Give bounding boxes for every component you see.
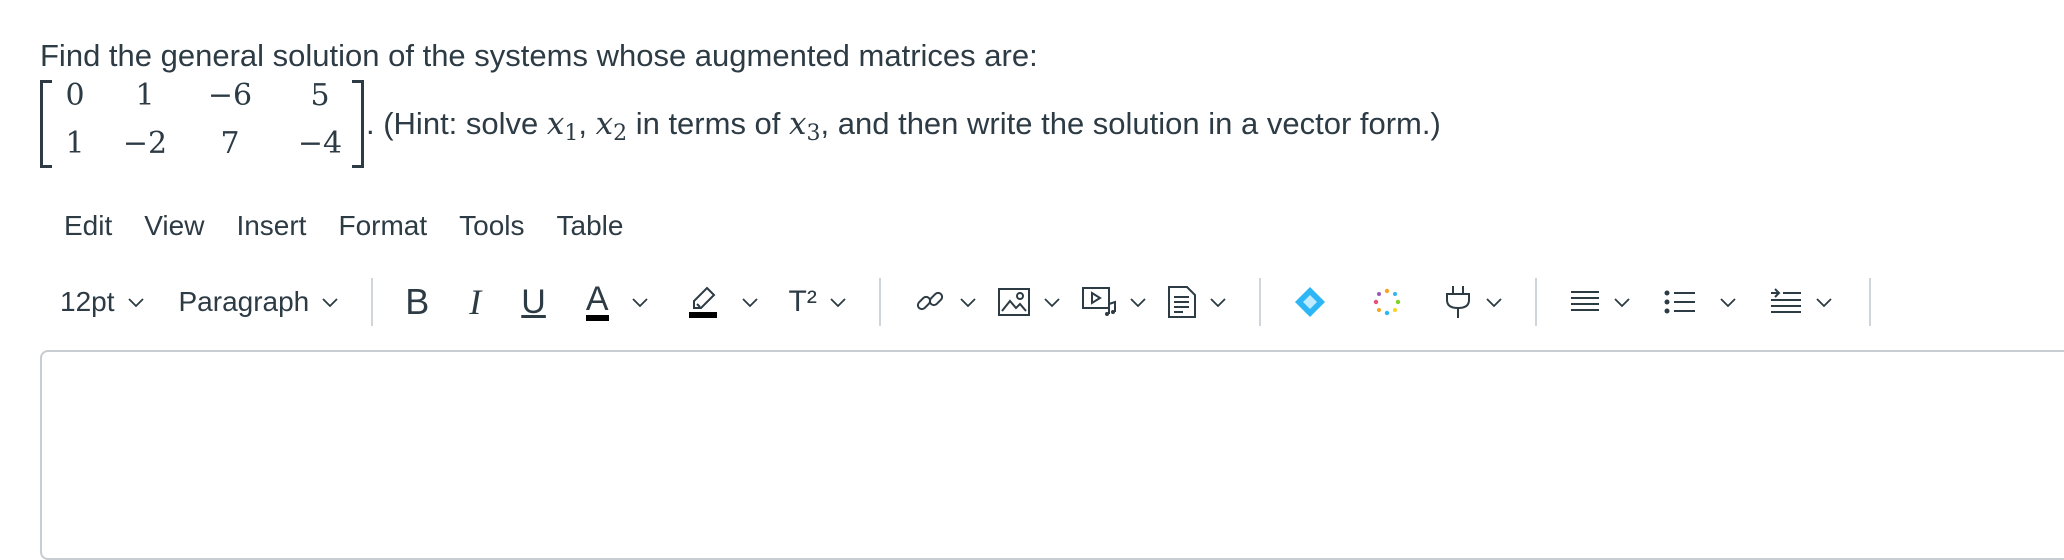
bullet-list-button[interactable] [1653,276,1747,328]
chevron-down-icon [1129,293,1147,311]
plug-icon [1443,284,1473,320]
image-button[interactable] [987,276,1071,328]
menu-edit[interactable]: Edit [48,206,128,246]
toolbar-divider [1868,278,1871,326]
matrix-cell: −2 [122,126,168,161]
augmented-matrix: 0 1 −6 5 1 −2 7 −4 [40,78,364,170]
block-format-dropdown[interactable]: Paragraph [169,276,350,328]
toolbar-divider [1534,278,1537,326]
matrix-cell: −4 [297,126,343,161]
document-icon [1167,285,1197,319]
chevron-down-icon [959,293,977,311]
diamond-app-icon [1293,285,1327,319]
apps-button[interactable] [1361,276,1413,328]
font-size-value: 12pt [60,286,115,317]
image-icon [997,287,1031,317]
link-icon [913,285,947,319]
chevron-down-icon [829,293,847,311]
indent-button[interactable] [1759,276,1843,328]
menu-tools[interactable]: Tools [443,206,540,246]
hint-prefix: . (Hint: solve [366,106,547,141]
chevron-down-icon [1485,293,1503,311]
toolbar-divider [371,278,374,326]
underline-icon: U [521,282,546,321]
font-size-dropdown[interactable]: 12pt [50,276,155,328]
menu-view[interactable]: View [128,206,220,246]
bullet-list-icon [1663,288,1697,316]
sparkle-icon [1371,286,1403,318]
matrix-cell: 1 [65,126,85,161]
lti-tool-button[interactable] [1283,276,1337,328]
media-button[interactable] [1071,276,1157,328]
hint-text: . (Hint: solve x1, x2 in terms of x3, an… [366,104,1441,154]
menu-table[interactable]: Table [541,206,640,246]
editor-menubar: Edit View Insert Format Tools Table [48,206,639,246]
matrix-cell: 1 [135,78,155,113]
chevron-down-icon [127,293,145,311]
italic-icon: I [469,282,482,322]
chevron-down-icon [321,293,339,311]
text-color-button[interactable]: A [576,276,659,328]
link-button[interactable] [903,276,987,328]
superscript-icon: T² [788,285,817,318]
math-x1: x1 [546,106,579,146]
toolbar-divider [878,278,881,326]
media-icon [1081,286,1117,318]
chevron-down-icon [1043,293,1061,311]
matrix-cell: −6 [207,78,253,113]
chevron-down-icon [741,293,759,311]
chevron-down-icon [1613,293,1631,311]
editor-toolbar: 12pt Paragraph B I U A T² [50,276,2064,328]
bold-button[interactable]: B [395,276,439,328]
hint-middle: in terms of [627,106,790,141]
matrix-cell: 5 [310,78,330,113]
math-x3: x3 [789,106,821,146]
chevron-down-icon [631,293,649,311]
matrix-cell: 7 [220,126,240,161]
document-button[interactable] [1157,276,1237,328]
question-text: Find the general solution of the systems… [40,36,2024,76]
superscript-button[interactable]: T² [779,276,857,328]
menu-format[interactable]: Format [322,206,443,246]
menu-insert[interactable]: Insert [220,206,322,246]
plugin-button[interactable] [1433,276,1513,328]
chevron-down-icon [1209,293,1227,311]
math-x2: x2 [595,106,628,146]
chevron-down-icon [1815,293,1833,311]
bold-icon: B [405,281,430,322]
align-justify-icon [1569,288,1601,316]
underline-button[interactable]: U [511,276,556,328]
text-color-icon: A [585,282,609,321]
block-format-value: Paragraph [178,286,310,317]
hint-comma: , [578,106,596,141]
question-prompt: Find the general solution of the systems… [40,38,1038,73]
chevron-down-icon [1719,293,1737,311]
hint-suffix: , and then write the solution in a vecto… [820,106,1441,141]
matrix-hint-row: 0 1 −6 5 1 −2 7 −4 . (Hint: solve x1, x2… [40,78,1540,170]
rich-text-editor-area[interactable] [40,350,2064,560]
align-button[interactable] [1559,276,1641,328]
highlight-color-button[interactable] [677,276,769,328]
italic-button[interactable]: I [459,276,491,328]
indent-icon [1769,288,1803,316]
toolbar-divider [1258,278,1261,326]
highlighter-icon [687,284,719,320]
matrix-cell: 0 [65,78,85,113]
